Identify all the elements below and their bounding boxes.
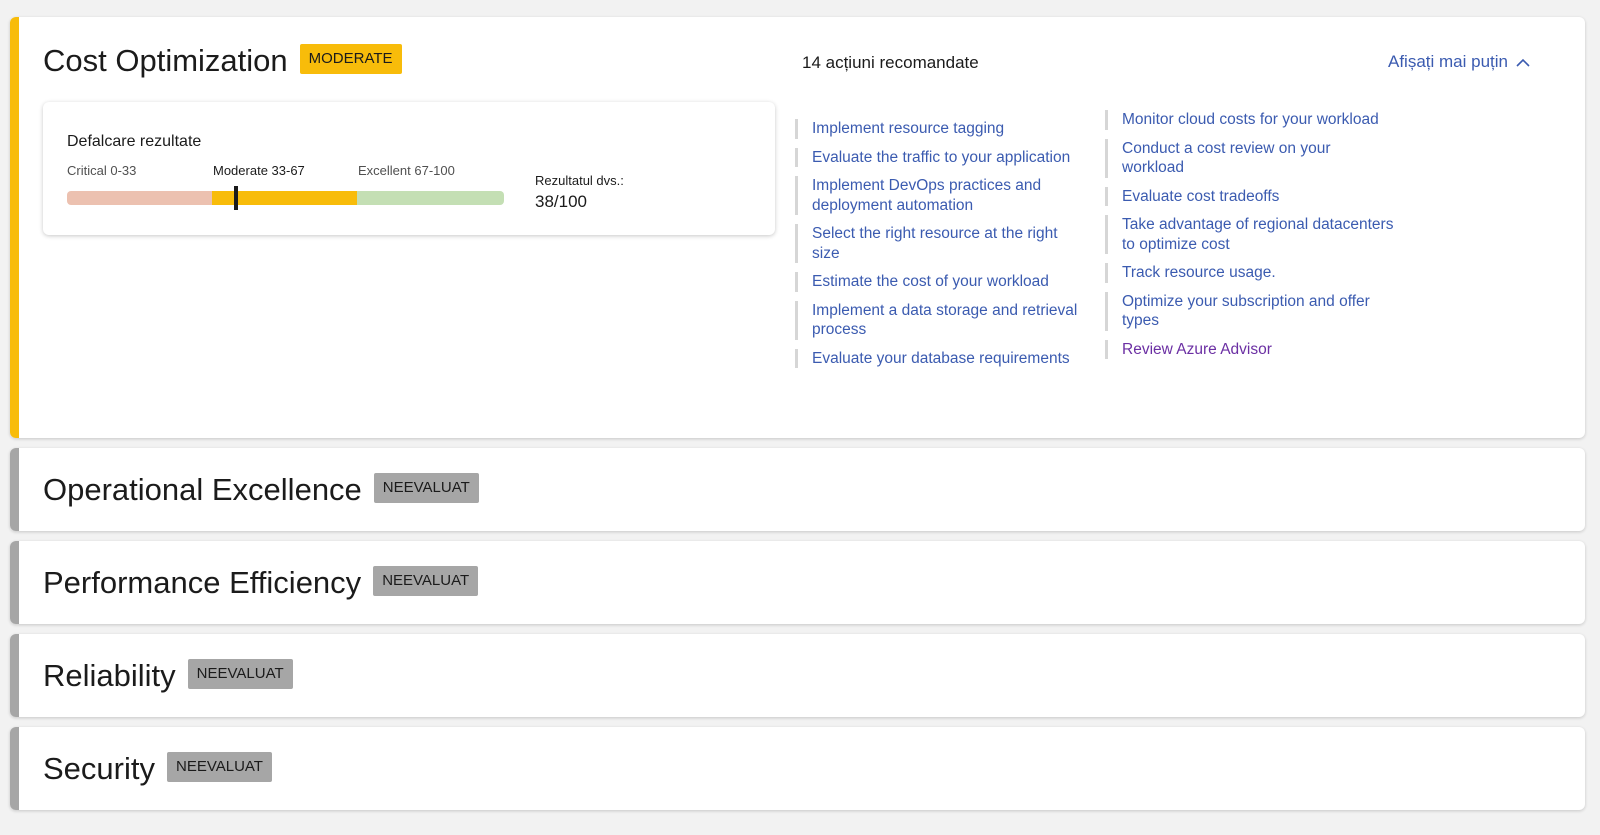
status-badge: NEEVALUAT xyxy=(166,752,272,782)
pillar-title: Security xyxy=(43,751,155,786)
status-stripe xyxy=(10,448,19,531)
score-bar-critical xyxy=(67,191,212,205)
recommendation-link[interactable]: Implement a data storage and retrieval p… xyxy=(795,300,1085,340)
pillar-title: Operational Excellence xyxy=(43,472,362,507)
status-badge: NEEVALUAT xyxy=(373,566,479,596)
pillar-card-performance-efficiency[interactable]: Performance Efficiency NEEVALUAT xyxy=(10,541,1585,624)
recommendation-link[interactable]: Optimize your subscription and offer typ… xyxy=(1105,291,1395,331)
recommendation-link[interactable]: Evaluate the traffic to your application xyxy=(795,147,1085,167)
recommendation-link[interactable]: Take advantage of regional datacenters t… xyxy=(1105,215,1395,254)
range-label-critical: Critical 0-33 xyxy=(67,163,137,178)
score-marker xyxy=(234,186,238,210)
pillar-card-cost-optimization: Cost Optimization MODERATE Defalcare rez… xyxy=(10,17,1585,438)
show-less-button[interactable]: Afișați mai puțin xyxy=(1388,52,1530,72)
pillar-card-reliability[interactable]: Reliability NEEVALUAT xyxy=(10,634,1585,717)
status-stripe xyxy=(10,634,19,717)
recommendation-link[interactable]: Implement resource tagging xyxy=(795,119,1085,139)
status-badge: NEEVALUAT xyxy=(373,473,479,503)
range-label-excellent: Excellent 67-100 xyxy=(358,163,455,178)
recommendations-list-left: Implement resource tagging Evaluate the t… xyxy=(795,119,1085,377)
status-stripe xyxy=(10,17,19,438)
pillar-title: Performance Efficiency xyxy=(43,565,362,600)
status-badge: NEEVALUAT xyxy=(187,659,293,689)
score-breakdown-panel: Defalcare rezultate Critical 0-33 Modera… xyxy=(43,102,775,235)
pillar-header: Operational Excellence NEEVALUAT xyxy=(43,472,479,508)
status-stripe xyxy=(10,727,19,810)
breakdown-title: Defalcare rezultate xyxy=(67,133,202,150)
recommendations-list-right: Monitor cloud costs for your workload Con… xyxy=(1105,110,1395,368)
pillar-header: Reliability NEEVALUAT xyxy=(43,658,293,694)
recommendation-link[interactable]: Conduct a cost review on your workload xyxy=(1105,138,1395,178)
pillar-title: Cost Optimization xyxy=(43,43,288,78)
recommendation-link[interactable]: Estimate the cost of your workload xyxy=(795,272,1085,292)
pillar-card-operational-excellence[interactable]: Operational Excellence NEEVALUAT xyxy=(10,448,1585,531)
show-less-label: Afișați mai puțin xyxy=(1388,52,1508,71)
status-badge: MODERATE xyxy=(299,44,402,74)
range-label-moderate: Moderate 33-67 xyxy=(213,163,305,178)
chevron-up-icon xyxy=(1516,58,1530,67)
status-stripe xyxy=(10,541,19,624)
recommendation-link[interactable]: Select the right resource at the right s… xyxy=(795,224,1085,263)
recommendation-link[interactable]: Monitor cloud costs for your workload xyxy=(1105,110,1395,130)
pillar-header: Security NEEVALUAT xyxy=(43,751,272,787)
pillar-header: Cost Optimization MODERATE xyxy=(43,43,402,79)
recommendation-link[interactable]: Evaluate cost tradeoffs xyxy=(1105,186,1395,206)
recommended-actions-count: 14 acțiuni recomandate xyxy=(802,53,979,72)
pillar-header: Performance Efficiency NEEVALUAT xyxy=(43,565,479,601)
result-value: 38/100 xyxy=(535,192,587,211)
pillar-title: Reliability xyxy=(43,658,176,693)
recommendation-link[interactable]: Implement DevOps practices and deploymen… xyxy=(795,176,1085,215)
result-label: Rezultatul dvs.: xyxy=(535,173,624,188)
recommendation-link[interactable]: Evaluate your database requirements xyxy=(795,348,1085,368)
recommendation-link[interactable]: Review Azure Advisor xyxy=(1105,339,1395,359)
pillar-card-security[interactable]: Security NEEVALUAT xyxy=(10,727,1585,810)
recommendation-link[interactable]: Track resource usage. xyxy=(1105,263,1395,283)
score-bar-excellent xyxy=(357,191,504,205)
